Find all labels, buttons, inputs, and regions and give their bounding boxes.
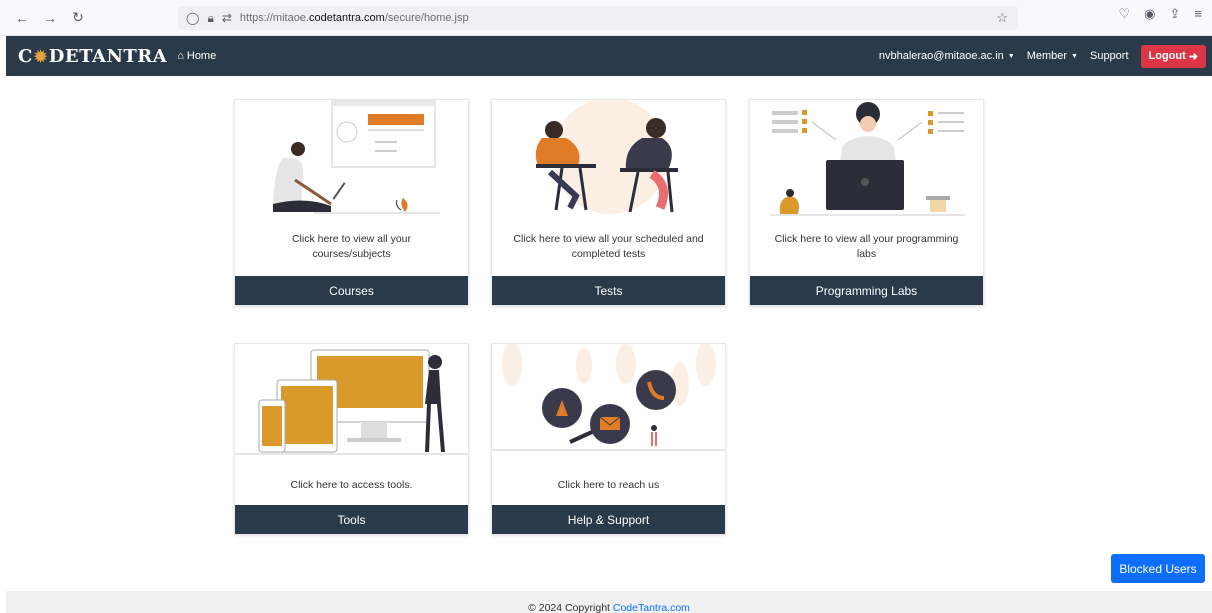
help-support-illustration (492, 344, 725, 459)
pocket-icon[interactable]: ♡ (1119, 6, 1131, 22)
member-menu[interactable]: Member ▼ (1027, 50, 1078, 62)
reload-icon[interactable]: ↻ (66, 6, 90, 30)
url-bar[interactable]: ◯ 🔒︎ ⇄ https://mitaoe.codetantra.com/sec… (178, 6, 1018, 30)
tests-card[interactable]: Click here to view all your scheduled an… (491, 99, 726, 306)
home-link[interactable]: ⌂ Home (177, 50, 216, 62)
copyright-text: © 2024 Copyright (528, 602, 610, 613)
programming-labs-button[interactable]: Programming Labs (750, 276, 983, 305)
blocked-users-button[interactable]: Blocked Users (1111, 554, 1205, 583)
codetantra-logo[interactable]: C ✹ DETANTRA (18, 46, 167, 67)
lock-icon: 🔒︎ (207, 10, 214, 25)
bookmark-star-icon[interactable]: ☆ (996, 10, 1008, 26)
tools-description: Click here to access tools. (290, 479, 413, 491)
help-support-description: Click here to reach us (557, 479, 660, 491)
home-icon: ⌂ (177, 50, 184, 62)
courses-description: Click here to view all your courses/subj… (291, 233, 412, 260)
support-link[interactable]: Support (1090, 50, 1129, 62)
gear-icon: ✹ (33, 46, 48, 66)
tests-description: Click here to view all your scheduled an… (513, 233, 704, 260)
caret-down-icon: ▼ (1007, 52, 1015, 60)
tests-illustration (492, 100, 725, 220)
tools-card[interactable]: Click here to access tools. Tools (234, 343, 469, 535)
back-icon[interactable]: ← (10, 6, 34, 30)
home-label: Home (186, 50, 217, 62)
caret-down-icon: ▼ (1071, 52, 1078, 60)
user-menu[interactable]: nvbhalerao@mitaoe.ac.in ▼ (879, 50, 1015, 62)
help-support-card[interactable]: Click here to reach us Help & Support (491, 343, 726, 535)
tools-button[interactable]: Tools (235, 505, 468, 534)
programming-labs-description: Click here to view all your programming … (774, 233, 959, 260)
page-footer: © 2024 Copyright CodeTantra.com (6, 591, 1212, 613)
programming-labs-card[interactable]: Click here to view all your programming … (749, 99, 984, 306)
codetantra-link[interactable]: CodeTantra.com (613, 602, 690, 613)
logout-button[interactable]: Logout ➜ (1140, 44, 1206, 68)
permissions-icon: ⇄ (221, 11, 232, 25)
url-text: https://mitaoe.codetantra.com/secure/hom… (239, 12, 469, 24)
app-navbar: C ✹ DETANTRA ⌂ Home nvbhalerao@mitaoe.ac.i… (6, 36, 1212, 76)
logout-icon: ➜ (1188, 50, 1198, 63)
courses-card[interactable]: Click here to view all your courses/subj… (234, 99, 469, 306)
forward-icon[interactable]: → (38, 6, 62, 30)
tools-illustration (235, 344, 468, 459)
tests-button[interactable]: Tests (492, 276, 725, 305)
shield-icon: ◯ (186, 11, 200, 25)
courses-button[interactable]: Courses (235, 276, 468, 305)
help-support-button[interactable]: Help & Support (492, 505, 725, 534)
courses-illustration (235, 100, 468, 220)
extensions-icon[interactable]: ⇪ (1170, 6, 1181, 22)
menu-icon[interactable]: ≡ (1194, 6, 1202, 22)
account-icon[interactable]: ◉ (1144, 6, 1155, 22)
programming-labs-illustration (750, 100, 983, 220)
browser-toolbar: ← → ↻ ◯ 🔒︎ ⇄ https://mitaoe.codetantra.c… (0, 0, 1212, 36)
